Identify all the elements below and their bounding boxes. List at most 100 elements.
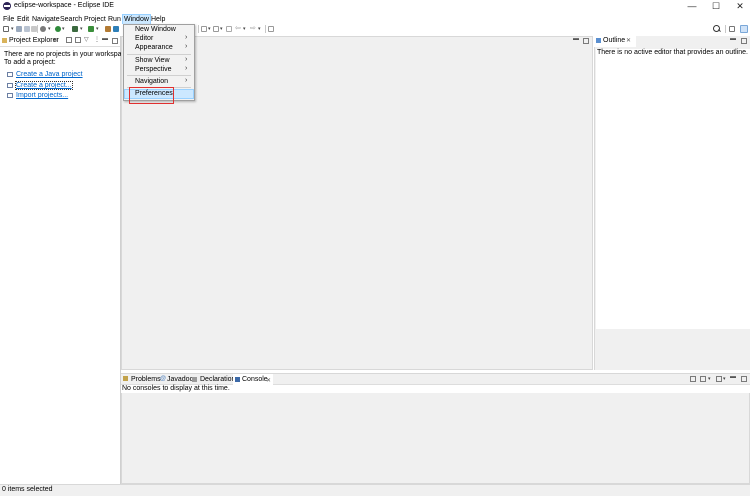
pin-console-icon[interactable]	[716, 376, 722, 382]
menu-search[interactable]: Search	[59, 15, 83, 24]
minimize-view-icon[interactable]: ▬	[102, 36, 108, 42]
problems-tab[interactable]: Problems	[131, 376, 161, 383]
new-java-project-icon[interactable]	[72, 26, 78, 32]
link-with-editor-icon[interactable]	[75, 37, 81, 43]
close-window-button[interactable]: ✕	[728, 0, 750, 13]
java-perspective-icon[interactable]	[740, 25, 748, 33]
console-minimize-icon[interactable]: ▬	[730, 374, 736, 380]
javadoc-tab[interactable]: Javadoc	[167, 376, 193, 383]
new-package-icon[interactable]	[88, 26, 94, 32]
last-edit-icon[interactable]	[226, 26, 232, 32]
outline-tab-label[interactable]: Outline	[603, 37, 625, 44]
pin-editor-icon[interactable]	[268, 26, 274, 32]
menu-run[interactable]: Run	[107, 15, 122, 24]
menu-file[interactable]: File	[2, 15, 15, 24]
menu-project[interactable]: Project	[83, 15, 107, 24]
filter-icon[interactable]: ▽	[84, 36, 89, 43]
open-type-icon[interactable]	[105, 26, 111, 32]
forward-dropdown-icon[interactable]: ▾	[258, 26, 261, 32]
outline-maximize-icon[interactable]	[741, 38, 747, 44]
java-project-dropdown-icon[interactable]: ▾	[80, 26, 83, 32]
preferences-annotation-box	[129, 87, 174, 104]
no-projects-message: There are no projects in your workspace.	[4, 51, 131, 58]
outline-close-icon[interactable]: ✕	[626, 37, 631, 44]
declaration-icon	[192, 377, 197, 382]
toolbar-separator	[198, 25, 199, 33]
create-project-link[interactable]: Create a project...	[15, 81, 73, 90]
outline-icon	[596, 38, 601, 43]
menu-navigation[interactable]: Navigation	[135, 78, 168, 86]
debug-icon[interactable]	[40, 26, 46, 32]
editor-minimize-icon[interactable]: ▬	[573, 36, 579, 42]
menu-navigate[interactable]: Navigate	[31, 15, 61, 24]
outline-content	[596, 49, 750, 329]
outline-message: There is no active editor that provides …	[597, 49, 748, 56]
problems-icon	[123, 376, 128, 381]
window-title: eclipse-workspace - Eclipse IDE	[14, 2, 114, 9]
previous-annotation-icon[interactable]	[213, 26, 219, 32]
perspective-submenu-icon: ›	[185, 65, 188, 72]
search-tool-icon[interactable]	[113, 26, 119, 32]
java-project-icon	[7, 72, 13, 77]
toolbar-separator	[265, 25, 266, 33]
console-tab-label[interactable]: Console	[242, 376, 268, 383]
previous-annotation-dropdown-icon[interactable]: ▾	[220, 26, 223, 32]
menu-editor[interactable]: Editor	[135, 35, 153, 43]
pin-console-dropdown-icon[interactable]: ▾	[723, 376, 726, 382]
toolbar-separator	[725, 25, 726, 33]
import-icon	[7, 93, 13, 98]
run-icon[interactable]	[55, 26, 61, 32]
collapse-all-icon[interactable]	[66, 37, 72, 43]
debug-dropdown-icon[interactable]: ▾	[48, 26, 51, 32]
status-text: 0 items selected	[2, 486, 53, 493]
console-close-icon[interactable]: ✕	[266, 377, 271, 384]
console-icon	[235, 377, 240, 382]
run-dropdown-icon[interactable]: ▾	[62, 26, 65, 32]
next-annotation-icon[interactable]	[201, 26, 207, 32]
menu-help[interactable]: Help	[150, 15, 166, 24]
navigation-submenu-icon: ›	[185, 77, 188, 84]
menu-appearance[interactable]: Appearance	[135, 44, 173, 52]
maximize-view-icon[interactable]	[112, 38, 118, 44]
console-maximize-icon[interactable]	[741, 376, 747, 382]
import-projects-link[interactable]: Import projects...	[16, 92, 68, 99]
create-java-project-link[interactable]: Create a Java project	[16, 71, 83, 78]
menu-edit[interactable]: Edit	[16, 15, 30, 24]
project-explorer-close-icon[interactable]: ✕	[53, 37, 58, 44]
next-annotation-dropdown-icon[interactable]: ▾	[208, 26, 211, 32]
forward-icon[interactable]: ⇨	[250, 24, 256, 32]
editor-submenu-icon: ›	[185, 34, 188, 41]
status-bar	[0, 484, 750, 496]
console-message: No consoles to display at this time.	[122, 385, 230, 392]
appearance-submenu-icon: ›	[185, 43, 188, 50]
back-icon[interactable]: ⇦	[235, 24, 241, 32]
save-all-icon[interactable]	[24, 26, 30, 32]
new-icon[interactable]	[3, 26, 9, 32]
maximize-button[interactable]: ☐	[704, 0, 728, 13]
project-explorer-icon	[2, 38, 7, 43]
display-console-icon[interactable]	[690, 376, 696, 382]
save-icon[interactable]	[16, 26, 22, 32]
minimize-button[interactable]: —	[680, 0, 704, 13]
show-view-submenu-icon: ›	[185, 56, 188, 63]
package-dropdown-icon[interactable]: ▾	[96, 26, 99, 32]
menu-separator	[127, 75, 191, 76]
new-dropdown-icon[interactable]: ▾	[11, 26, 14, 32]
back-dropdown-icon[interactable]: ▾	[243, 26, 246, 32]
add-project-prompt: To add a project:	[4, 59, 56, 66]
eclipse-logo-icon	[3, 2, 11, 10]
menu-new-window[interactable]: New Window	[135, 26, 176, 34]
toolbar-separator	[37, 25, 38, 33]
menu-perspective[interactable]: Perspective	[135, 66, 172, 74]
menu-show-view[interactable]: Show View	[135, 57, 170, 65]
open-console-icon[interactable]	[700, 376, 706, 382]
declaration-tab[interactable]: Declaration	[200, 376, 235, 383]
open-console-dropdown-icon[interactable]: ▾	[708, 376, 711, 382]
open-perspective-icon[interactable]	[729, 26, 735, 32]
view-menu-icon[interactable]: ⋮	[94, 36, 100, 43]
menu-separator	[127, 54, 191, 55]
editor-maximize-icon[interactable]	[583, 38, 589, 44]
javadoc-icon: @	[160, 376, 167, 382]
project-explorer-tab-label[interactable]: Project Explorer	[9, 37, 59, 44]
outline-minimize-icon[interactable]: ▬	[730, 36, 736, 42]
